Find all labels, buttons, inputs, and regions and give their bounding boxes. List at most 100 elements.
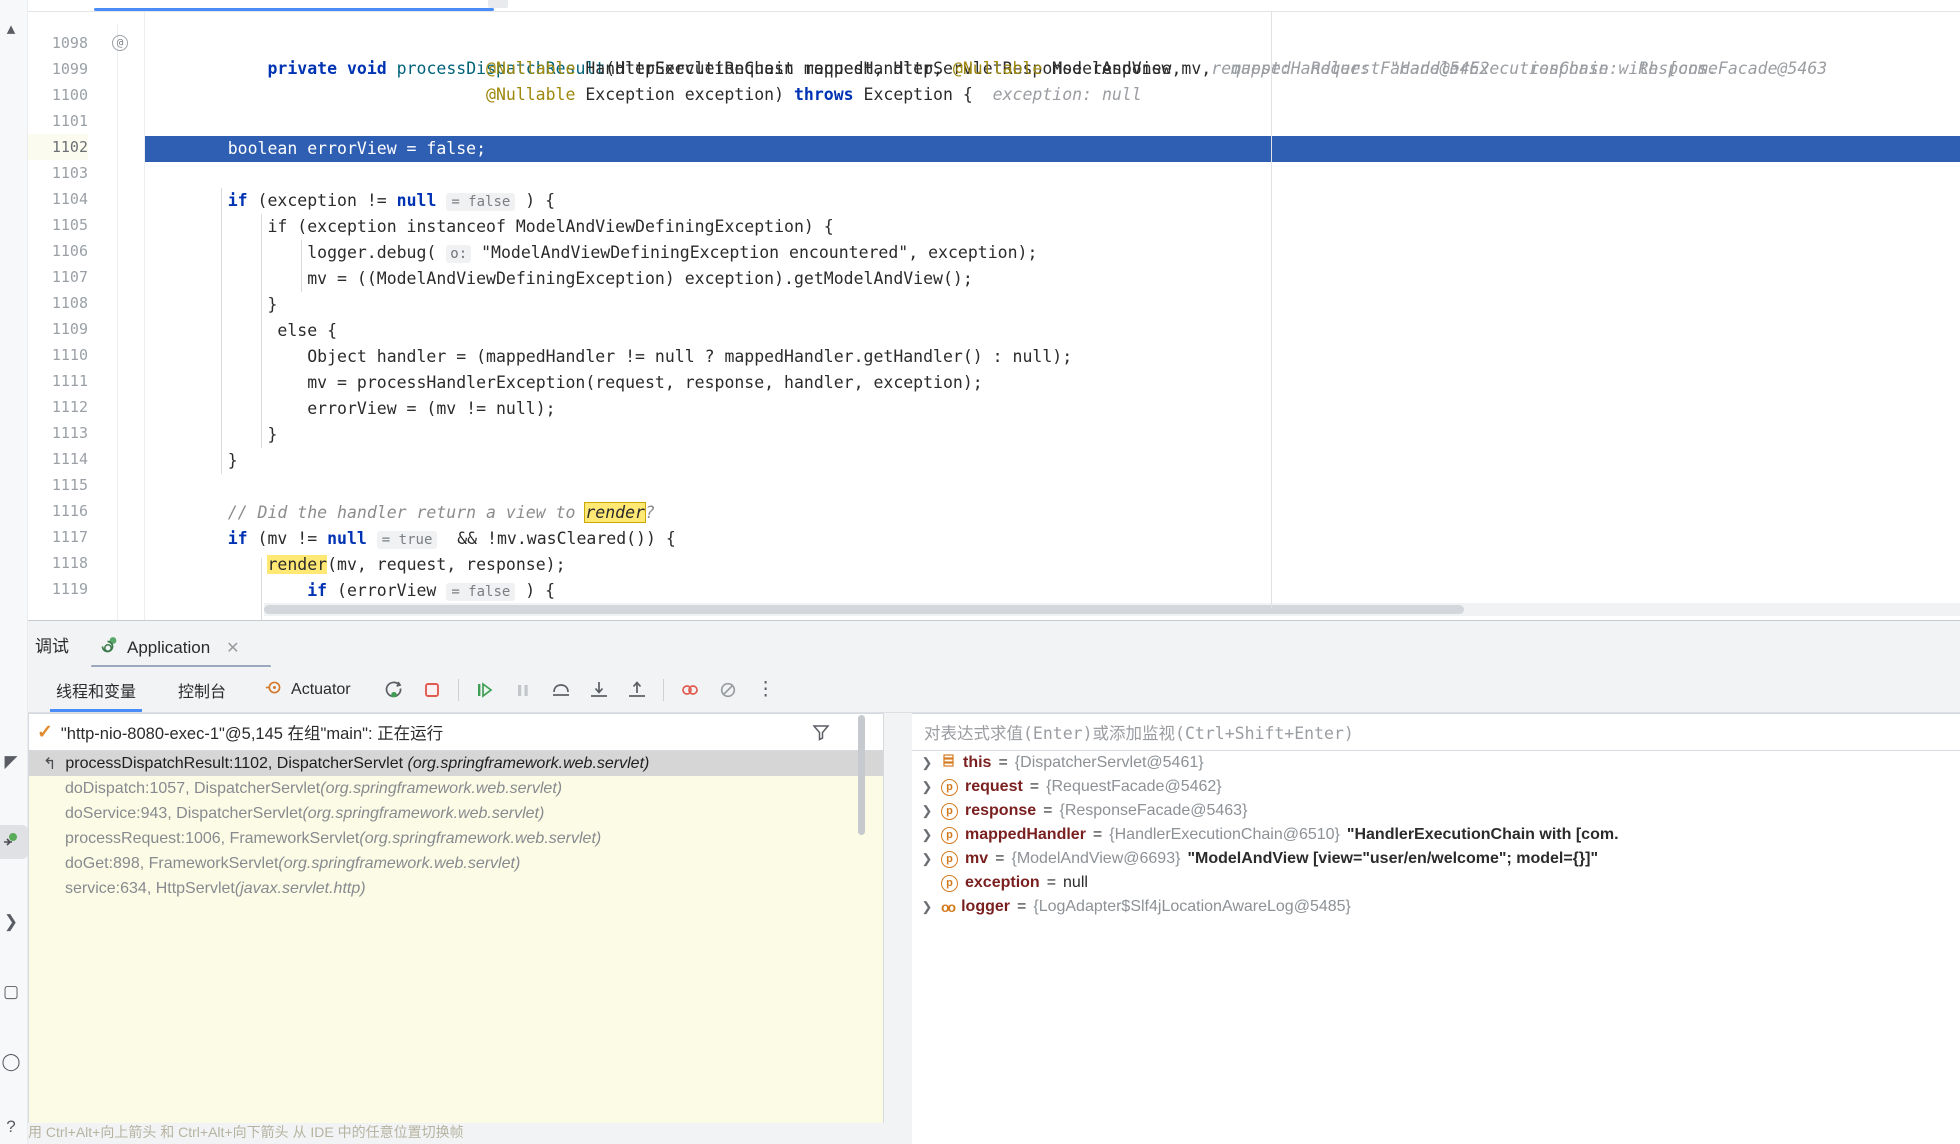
frame-row[interactable]: doGet:898, FrameworkServlet (org.springf… — [29, 851, 883, 876]
editor-hscroll-thumb[interactable] — [264, 605, 1464, 614]
close-icon[interactable]: ✕ — [226, 638, 239, 658]
resume-program-icon[interactable] — [468, 673, 502, 707]
step-out-icon[interactable] — [620, 673, 654, 707]
line-number: 1119 — [51, 580, 88, 598]
inline-hint-exception: exception: null — [992, 85, 1142, 104]
expand-chevron-icon[interactable]: ❯ — [920, 851, 934, 867]
line-number: 1106 — [51, 242, 88, 260]
tab-actuator[interactable]: Actuator — [250, 668, 365, 712]
code-text-1106: "ModelAndViewDefiningException encounter… — [481, 243, 1038, 262]
structure-icon[interactable]: ▴ — [0, 12, 28, 46]
code-text-1108: } — [267, 295, 278, 314]
code-line-1099: @Nullable HandlerExecutionChain mappedHa… — [486, 59, 1718, 78]
param-hint-o: o: — [446, 245, 472, 263]
variable-name: exception — [965, 874, 1040, 891]
line-number: 1107 — [51, 268, 88, 286]
thread-selector[interactable]: ✓ "http-nio-8080-exec-1"@5,145 在组"main":… — [28, 713, 884, 751]
code-line-1111: mv = processHandlerException(request, re… — [188, 370, 983, 396]
frame-method: processDispatchResult:1102, DispatcherSe… — [65, 754, 408, 772]
frame-package: (javax.servlet.http) — [234, 879, 366, 897]
help-icon[interactable]: ? — [0, 1110, 28, 1144]
more-options-icon[interactable]: ⋮ — [749, 673, 783, 707]
override-marker-icon[interactable]: @ — [112, 35, 128, 51]
mute-breakpoints-icon[interactable] — [673, 673, 707, 707]
filter-icon[interactable] — [811, 722, 831, 747]
frames-list[interactable]: ↰ processDispatchResult:1102, Dispatcher… — [28, 751, 884, 1123]
variable-value: {LogAdapter$Slf4jLocationAwareLog@5485} — [1033, 898, 1351, 915]
pause-program-icon[interactable] — [506, 673, 540, 707]
variable-row-this[interactable]: ❯ this = {DispatcherServlet@5461} — [912, 751, 1960, 775]
frame-row[interactable]: service:634, HttpServlet (javax.servlet.… — [29, 876, 883, 901]
line-number: 1117 — [51, 528, 88, 546]
equals: = — [1017, 898, 1027, 915]
code-comment-1116: // Did the handler return a view to — [227, 503, 586, 522]
expand-chevron-icon[interactable]: ❯ — [920, 779, 934, 795]
frame-method: doDispatch:1057, DispatcherServlet — [65, 779, 321, 797]
step-into-icon[interactable] — [582, 673, 616, 707]
evaluate-expression-field[interactable]: 对表达式求值(Enter)或添加监视(Ctrl+Shift+Enter) — [912, 713, 1960, 751]
services-icon[interactable]: ▢ — [0, 975, 28, 1009]
variable-row-mappedhandler[interactable]: ❯ p mappedHandler = {HandlerExecutionCha… — [912, 823, 1960, 847]
actuator-label: Actuator — [291, 680, 351, 698]
tab-console[interactable]: 控制台 — [164, 668, 240, 712]
variable-row-response[interactable]: ❯ p response = {ResponseFacade@5463} — [912, 799, 1960, 823]
code-line-1112: errorView = (mv != null); — [188, 396, 556, 422]
variable-name: request — [965, 778, 1023, 795]
variable-row-mv[interactable]: ❯ p mv = {ModelAndView@6693} "ModelAndVi… — [912, 847, 1960, 871]
line-number: 1108 — [51, 294, 88, 312]
variable-value: {ResponseFacade@5463} — [1059, 802, 1248, 819]
frame-package: (org.springframework.web.servlet) — [359, 829, 602, 847]
active-tab-indicator — [94, 8, 494, 11]
editor-gutter[interactable]: 1098 @ 1099 1100 1101 1102 1103 1104 110… — [28, 12, 145, 620]
expand-chevron-icon[interactable]: ❯ — [920, 827, 934, 843]
frame-row[interactable]: processRequest:1006, FrameworkServlet (o… — [29, 826, 883, 851]
panel-splitter[interactable] — [858, 713, 912, 1144]
line-number: 1103 — [51, 164, 88, 182]
code-content[interactable]: private void processDispatchResult(HttpS… — [146, 12, 1960, 620]
variable-value: {DispatcherServlet@5461} — [1014, 754, 1204, 771]
toolbar-separator — [457, 678, 459, 701]
debug-tool-window-icon[interactable] — [0, 825, 28, 859]
profiler-icon[interactable]: ◯ — [0, 1045, 28, 1079]
line-number: 1113 — [51, 424, 88, 442]
variable-row-request[interactable]: ❯ p request = {RequestFacade@5462} — [912, 775, 1960, 799]
variable-name: mv — [965, 850, 989, 867]
stop-icon[interactable] — [415, 673, 449, 707]
frame-row[interactable]: doService:943, DispatcherServlet (org.sp… — [29, 801, 883, 826]
variable-name: response — [965, 802, 1037, 819]
frame-package: (org.springframework.web.servlet) — [320, 779, 563, 797]
toolbar-separator — [662, 678, 664, 701]
tab-fragment — [488, 0, 508, 8]
code-line-1098: private void processDispatchResult(HttpS… — [267, 59, 1828, 78]
code-text-1112: errorView = (mv != null); — [307, 399, 556, 418]
frame-row-selected[interactable]: ↰ processDispatchResult:1102, Dispatcher… — [29, 751, 883, 776]
rerun-icon[interactable] — [377, 673, 411, 707]
frames-scrollbar-thumb[interactable] — [858, 715, 865, 835]
tab-threads-and-variables[interactable]: 线程和变量 — [42, 668, 150, 712]
thread-label: "http-nio-8080-exec-1"@5,145 在组"main": 正… — [60, 725, 444, 743]
step-over-icon[interactable] — [544, 673, 578, 707]
variable-string-value: "HandlerExecutionChain with [com. — [1346, 826, 1619, 843]
parameter-icon: p — [941, 826, 958, 844]
expand-chevron-icon[interactable]: ❯ — [920, 755, 934, 771]
equals: = — [998, 754, 1008, 771]
debug-toolbar: 线程和变量 控制台 Actuator ⋮ — [28, 667, 1960, 713]
expand-chevron-icon[interactable]: ❯ — [920, 803, 934, 819]
code-editor[interactable]: 1098 @ 1099 1100 1101 1102 1103 1104 110… — [28, 0, 1960, 620]
line-number: 1104 — [51, 190, 88, 208]
evaluate-placeholder: 对表达式求值(Enter)或添加监视(Ctrl+Shift+Enter) — [924, 724, 1354, 743]
variable-row-logger[interactable]: ❯ oo logger = {LogAdapter$Slf4jLocationA… — [912, 895, 1960, 919]
view-breakpoints-icon[interactable] — [711, 673, 745, 707]
commit-icon[interactable]: ◤ — [0, 745, 28, 779]
expand-chevron-icon[interactable]: ❯ — [920, 899, 934, 915]
debug-run-icon — [99, 636, 119, 661]
variable-name: mappedHandler — [965, 826, 1086, 843]
code-text-1114: } — [227, 451, 238, 470]
variables-tree[interactable]: ❯ this = {DispatcherServlet@5461} ❯ p re… — [912, 751, 1960, 1144]
tab-application[interactable]: Application ✕ — [91, 629, 248, 667]
line-number: 1099 — [51, 60, 88, 78]
equals: = — [1029, 778, 1040, 795]
variable-row-exception[interactable]: p exception = null — [912, 871, 1960, 895]
frame-row[interactable]: doDispatch:1057, DispatcherServlet (org.… — [29, 776, 883, 801]
terminal-icon[interactable]: ❯ — [0, 905, 28, 939]
